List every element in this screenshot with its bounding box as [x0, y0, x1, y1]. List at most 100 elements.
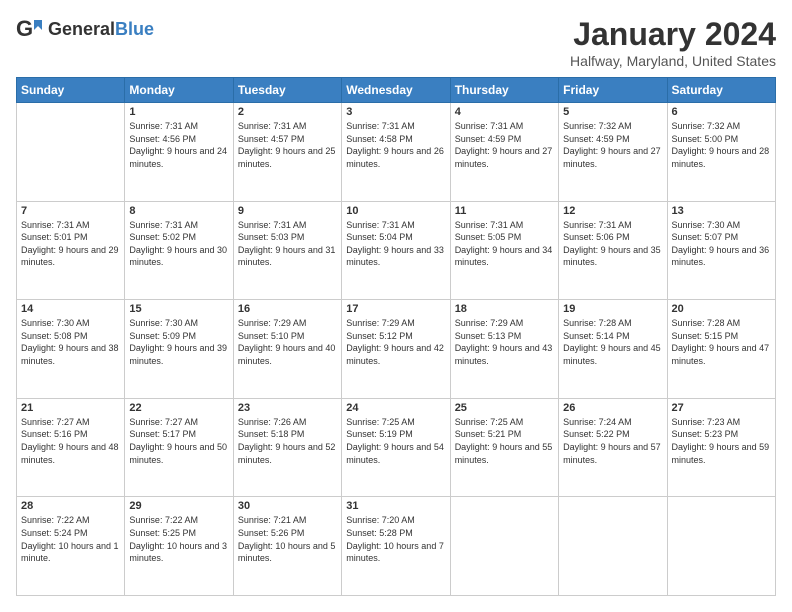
day-number: 3: [346, 106, 445, 118]
calendar-cell: 17 Sunrise: 7:29 AMSunset: 5:12 PMDayligh…: [342, 300, 450, 399]
calendar-cell: 27 Sunrise: 7:23 AMSunset: 5:23 PMDayligh…: [667, 398, 775, 497]
location: Halfway, Maryland, United States: [570, 53, 776, 69]
day-info: Sunrise: 7:28 AMSunset: 5:15 PMDaylight:…: [672, 317, 771, 367]
header: G GeneralBlue January 2024 Halfway, Mary…: [16, 16, 776, 69]
day-number: 20: [672, 303, 771, 315]
day-info: Sunrise: 7:30 AMSunset: 5:08 PMDaylight:…: [21, 317, 120, 367]
day-number: 19: [563, 303, 662, 315]
weekday-sunday: Sunday: [17, 78, 125, 103]
logo: G GeneralBlue: [16, 16, 154, 44]
weekday-thursday: Thursday: [450, 78, 558, 103]
day-info: Sunrise: 7:32 AMSunset: 5:00 PMDaylight:…: [672, 120, 771, 170]
calendar-cell: 23 Sunrise: 7:26 AMSunset: 5:18 PMDayligh…: [233, 398, 341, 497]
calendar-cell: 13 Sunrise: 7:30 AMSunset: 5:07 PMDayligh…: [667, 201, 775, 300]
calendar-cell: 11 Sunrise: 7:31 AMSunset: 5:05 PMDayligh…: [450, 201, 558, 300]
day-info: Sunrise: 7:29 AMSunset: 5:12 PMDaylight:…: [346, 317, 445, 367]
day-number: 13: [672, 205, 771, 217]
weekday-saturday: Saturday: [667, 78, 775, 103]
calendar-cell: 28Sunrise: 7:22 AMSunset: 5:24 PMDayligh…: [17, 497, 125, 596]
weekday-monday: Monday: [125, 78, 233, 103]
calendar-cell: 5 Sunrise: 7:32 AMSunset: 4:59 PMDaylight…: [559, 103, 667, 202]
day-info: Sunrise: 7:30 AMSunset: 5:07 PMDaylight:…: [672, 219, 771, 269]
week-row-1: 7 Sunrise: 7:31 AMSunset: 5:01 PMDaylight…: [17, 201, 776, 300]
calendar-cell: 3Sunrise: 7:31 AMSunset: 4:58 PMDaylight…: [342, 103, 450, 202]
day-number: 15: [129, 303, 228, 315]
day-number: 17: [346, 303, 445, 315]
day-info: Sunrise: 7:31 AMSunset: 5:01 PMDaylight:…: [21, 219, 120, 269]
day-info: Sunrise: 7:20 AMSunset: 5:28 PMDaylight:…: [346, 514, 445, 564]
day-number: 31: [346, 500, 445, 512]
day-info: Sunrise: 7:31 AMSunset: 5:06 PMDaylight:…: [563, 219, 662, 269]
day-info: Sunrise: 7:31 AMSunset: 5:04 PMDaylight:…: [346, 219, 445, 269]
day-info: Sunrise: 7:31 AMSunset: 4:59 PMDaylight:…: [455, 120, 554, 170]
calendar-cell: 20 Sunrise: 7:28 AMSunset: 5:15 PMDayligh…: [667, 300, 775, 399]
day-number: 5: [563, 106, 662, 118]
calendar-cell: 22 Sunrise: 7:27 AMSunset: 5:17 PMDayligh…: [125, 398, 233, 497]
day-info: Sunrise: 7:25 AMSunset: 5:19 PMDaylight:…: [346, 416, 445, 466]
day-number: 1: [129, 106, 228, 118]
day-number: 25: [455, 402, 554, 414]
day-number: 2: [238, 106, 337, 118]
calendar-body: 1 Sunrise: 7:31 AMSunset: 4:56 PMDaylight…: [17, 103, 776, 596]
calendar-cell: 16 Sunrise: 7:29 AMSunset: 5:10 PMDayligh…: [233, 300, 341, 399]
calendar-cell: 26 Sunrise: 7:24 AMSunset: 5:22 PMDayligh…: [559, 398, 667, 497]
day-info: Sunrise: 7:27 AMSunset: 5:17 PMDaylight:…: [129, 416, 228, 466]
calendar-cell: 6 Sunrise: 7:32 AMSunset: 5:00 PMDaylight…: [667, 103, 775, 202]
day-info: Sunrise: 7:30 AMSunset: 5:09 PMDaylight:…: [129, 317, 228, 367]
day-number: 12: [563, 205, 662, 217]
day-number: 7: [21, 205, 120, 217]
calendar-cell: 21Sunrise: 7:27 AMSunset: 5:16 PMDayligh…: [17, 398, 125, 497]
day-number: 30: [238, 500, 337, 512]
day-info: Sunrise: 7:28 AMSunset: 5:14 PMDaylight:…: [563, 317, 662, 367]
weekday-friday: Friday: [559, 78, 667, 103]
day-info: Sunrise: 7:31 AMSunset: 5:05 PMDaylight:…: [455, 219, 554, 269]
calendar-cell: [17, 103, 125, 202]
day-info: Sunrise: 7:32 AMSunset: 4:59 PMDaylight:…: [563, 120, 662, 170]
calendar-cell: 10 Sunrise: 7:31 AMSunset: 5:04 PMDayligh…: [342, 201, 450, 300]
day-info: Sunrise: 7:31 AMSunset: 5:02 PMDaylight:…: [129, 219, 228, 269]
day-number: 10: [346, 205, 445, 217]
weekday-header: SundayMondayTuesdayWednesdayThursdayFrid…: [17, 78, 776, 103]
day-number: 21: [21, 402, 120, 414]
day-info: Sunrise: 7:29 AMSunset: 5:13 PMDaylight:…: [455, 317, 554, 367]
day-info: Sunrise: 7:26 AMSunset: 5:18 PMDaylight:…: [238, 416, 337, 466]
calendar-cell: 24 Sunrise: 7:25 AMSunset: 5:19 PMDayligh…: [342, 398, 450, 497]
day-info: Sunrise: 7:22 AMSunset: 5:24 PMDaylight:…: [21, 514, 120, 564]
calendar-cell: 8 Sunrise: 7:31 AMSunset: 5:02 PMDaylight…: [125, 201, 233, 300]
week-row-0: 1 Sunrise: 7:31 AMSunset: 4:56 PMDaylight…: [17, 103, 776, 202]
calendar-cell: 14Sunrise: 7:30 AMSunset: 5:08 PMDayligh…: [17, 300, 125, 399]
day-info: Sunrise: 7:23 AMSunset: 5:23 PMDaylight:…: [672, 416, 771, 466]
day-info: Sunrise: 7:25 AMSunset: 5:21 PMDaylight:…: [455, 416, 554, 466]
title-block: January 2024 Halfway, Maryland, United S…: [570, 16, 776, 69]
day-info: Sunrise: 7:21 AMSunset: 5:26 PMDaylight:…: [238, 514, 337, 564]
logo-icon: G: [16, 16, 44, 44]
day-info: Sunrise: 7:24 AMSunset: 5:22 PMDaylight:…: [563, 416, 662, 466]
day-number: 11: [455, 205, 554, 217]
day-number: 6: [672, 106, 771, 118]
calendar-cell: 19 Sunrise: 7:28 AMSunset: 5:14 PMDayligh…: [559, 300, 667, 399]
day-number: 24: [346, 402, 445, 414]
day-number: 23: [238, 402, 337, 414]
day-info: Sunrise: 7:31 AMSunset: 4:56 PMDaylight:…: [129, 120, 228, 170]
day-info: Sunrise: 7:22 AMSunset: 5:25 PMDaylight:…: [129, 514, 228, 564]
calendar-cell: 4 Sunrise: 7:31 AMSunset: 4:59 PMDaylight…: [450, 103, 558, 202]
day-info: Sunrise: 7:31 AMSunset: 5:03 PMDaylight:…: [238, 219, 337, 269]
day-number: 27: [672, 402, 771, 414]
calendar-cell: 30 Sunrise: 7:21 AMSunset: 5:26 PMDayligh…: [233, 497, 341, 596]
calendar-cell: 25 Sunrise: 7:25 AMSunset: 5:21 PMDayligh…: [450, 398, 558, 497]
day-info: Sunrise: 7:29 AMSunset: 5:10 PMDaylight:…: [238, 317, 337, 367]
day-number: 4: [455, 106, 554, 118]
calendar-cell: 12 Sunrise: 7:31 AMSunset: 5:06 PMDayligh…: [559, 201, 667, 300]
week-row-4: 28Sunrise: 7:22 AMSunset: 5:24 PMDayligh…: [17, 497, 776, 596]
calendar-table: SundayMondayTuesdayWednesdayThursdayFrid…: [16, 77, 776, 596]
day-number: 22: [129, 402, 228, 414]
logo-text: GeneralBlue: [48, 20, 154, 40]
calendar-cell: [559, 497, 667, 596]
calendar-cell: 18Sunrise: 7:29 AMSunset: 5:13 PMDayligh…: [450, 300, 558, 399]
day-number: 26: [563, 402, 662, 414]
day-number: 8: [129, 205, 228, 217]
calendar-cell: 29Sunrise: 7:22 AMSunset: 5:25 PMDayligh…: [125, 497, 233, 596]
day-number: 16: [238, 303, 337, 315]
svg-text:G: G: [16, 16, 33, 41]
week-row-3: 21Sunrise: 7:27 AMSunset: 5:16 PMDayligh…: [17, 398, 776, 497]
